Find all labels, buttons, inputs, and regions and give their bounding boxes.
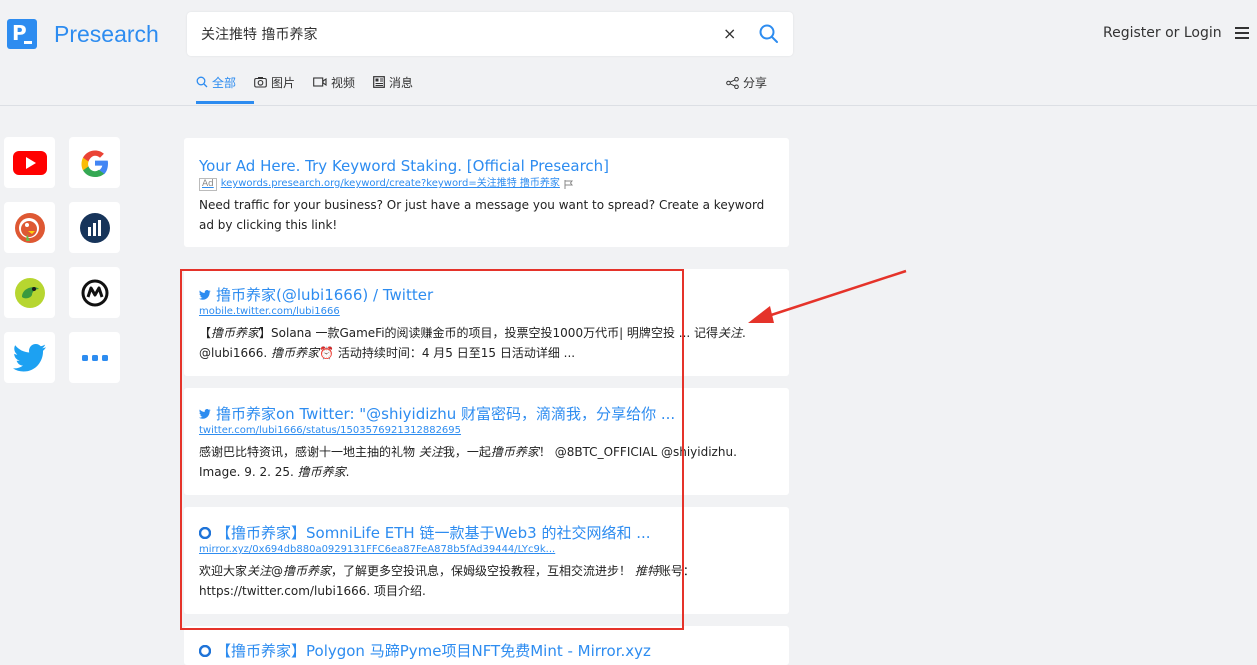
result-title-text: 【撸币养家】Polygon 马蹄Pyme项目NFT免费Mint - Mirror… bbox=[216, 642, 651, 660]
clear-search-button[interactable]: × bbox=[723, 24, 736, 43]
news-icon bbox=[373, 76, 385, 88]
tab-images[interactable]: 图片 bbox=[254, 74, 295, 90]
youtube-shortcut[interactable] bbox=[4, 137, 55, 188]
share-icon bbox=[726, 76, 739, 89]
coinmarketcap-icon bbox=[79, 212, 110, 243]
google-shortcut[interactable] bbox=[69, 137, 120, 188]
ad-badge: Ad bbox=[199, 177, 217, 191]
share-button[interactable]: 分享 bbox=[726, 74, 767, 91]
coinmarketcap-m-icon bbox=[81, 279, 108, 306]
hamburger-menu-icon[interactable] bbox=[1234, 27, 1249, 39]
search-input[interactable] bbox=[201, 24, 701, 44]
search-button-icon[interactable] bbox=[758, 23, 780, 45]
result-url-row: Ad keywords.presearch.org/keyword/create… bbox=[199, 177, 774, 191]
tab-label: 消息 bbox=[389, 75, 414, 90]
header: P Presearch × Register or Login 全部 bbox=[0, 0, 1257, 106]
annotation-highlight-box bbox=[180, 269, 684, 630]
logo-text: Presearch bbox=[54, 20, 159, 47]
search-tabs: 全部 图片 视频 消息 bbox=[196, 74, 431, 90]
camera-icon bbox=[254, 77, 267, 88]
duckduckgo-icon bbox=[14, 212, 45, 243]
video-icon bbox=[313, 77, 327, 87]
coinmarketcap-m-shortcut[interactable] bbox=[69, 267, 120, 318]
tab-all[interactable]: 全部 bbox=[196, 74, 236, 90]
twitter-icon bbox=[12, 343, 46, 371]
presearch-logo-icon: P bbox=[7, 19, 37, 49]
ad-result: Your Ad Here. Try Keyword Staking. [Offi… bbox=[184, 138, 789, 247]
tab-label: 全部 bbox=[212, 75, 237, 90]
ecosia-icon bbox=[14, 277, 45, 308]
more-icon bbox=[81, 354, 108, 361]
share-label: 分享 bbox=[743, 76, 768, 90]
register-login-link[interactable]: Register or Login bbox=[1103, 25, 1222, 41]
active-tab-indicator bbox=[196, 101, 254, 104]
tab-label: 视频 bbox=[331, 75, 356, 90]
tab-news[interactable]: 消息 bbox=[373, 74, 413, 90]
tab-label: 图片 bbox=[271, 75, 296, 90]
google-icon bbox=[81, 150, 108, 177]
search-box: × bbox=[187, 12, 793, 56]
result-title[interactable]: 【撸币养家】Polygon 马蹄Pyme项目NFT免费Mint - Mirror… bbox=[199, 641, 774, 661]
result-description: Need traffic for your business? Or just … bbox=[199, 198, 765, 232]
mirror-icon bbox=[199, 645, 211, 657]
youtube-icon bbox=[12, 150, 47, 175]
twitter-shortcut[interactable] bbox=[4, 332, 55, 383]
more-shortcuts[interactable] bbox=[69, 332, 120, 383]
ecosia-shortcut[interactable] bbox=[4, 267, 55, 318]
presearch-logo[interactable]: P Presearch bbox=[7, 19, 159, 49]
coinmarketcap-shortcut[interactable] bbox=[69, 202, 120, 253]
result-title[interactable]: Your Ad Here. Try Keyword Staking. [Offi… bbox=[199, 156, 774, 176]
duckduckgo-shortcut[interactable] bbox=[4, 202, 55, 253]
tab-videos[interactable]: 视频 bbox=[313, 74, 355, 90]
result-item: 【撸币养家】Polygon 马蹄Pyme项目NFT免费Mint - Mirror… bbox=[184, 626, 789, 665]
result-url[interactable]: keywords.presearch.org/keyword/create?ke… bbox=[221, 177, 560, 191]
flag-icon[interactable] bbox=[564, 179, 574, 189]
search-icon bbox=[196, 76, 208, 88]
